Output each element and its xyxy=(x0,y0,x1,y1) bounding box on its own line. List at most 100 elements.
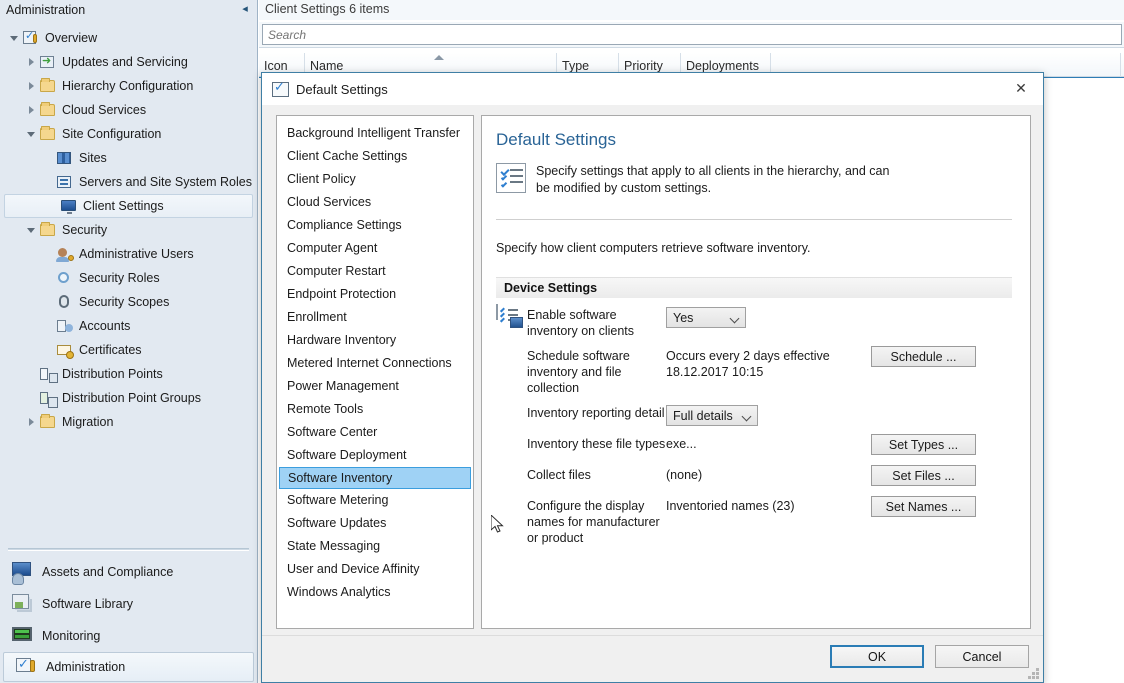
tree-item-administrative-users[interactable]: Administrative Users xyxy=(0,242,257,266)
chevron-right-icon[interactable] xyxy=(25,55,39,69)
tree-item-label: Site Configuration xyxy=(62,127,162,141)
category-list[interactable]: Background Intelligent Transfer Client Ca… xyxy=(276,115,474,629)
workspace-switcher: Assets and Compliance Software Library Mon… xyxy=(0,556,257,682)
button-set-types[interactable]: Set Types ... xyxy=(871,434,976,455)
tree-item-security[interactable]: Security xyxy=(0,218,257,242)
setting-value: (none) xyxy=(666,468,703,482)
category-item-client-policy[interactable]: Client Policy xyxy=(277,168,473,191)
workspace-label: Monitoring xyxy=(42,629,101,643)
tree-item-migration[interactable]: Migration xyxy=(0,410,257,434)
navigation-title: Administration xyxy=(6,3,86,17)
spec-line: Specify how client computers retrieve so… xyxy=(496,241,811,255)
tree-item-certificates[interactable]: Certificates xyxy=(0,338,257,362)
category-item-background-intelligent-transfer[interactable]: Background Intelligent Transfer xyxy=(277,122,473,145)
workspace-assets-and-compliance[interactable]: Assets and Compliance xyxy=(0,556,257,588)
workspace-software-library[interactable]: Software Library xyxy=(0,588,257,620)
category-item-enrollment[interactable]: Enrollment xyxy=(277,306,473,329)
category-item-cloud-services[interactable]: Cloud Services xyxy=(277,191,473,214)
button-set-files[interactable]: Set Files ... xyxy=(871,465,976,486)
chevron-right-icon[interactable] xyxy=(25,103,39,117)
setting-button-cell: Set Types ... xyxy=(871,434,1012,455)
chevron-down-icon[interactable] xyxy=(25,127,39,141)
folder-icon xyxy=(39,102,57,118)
setting-label: Collect files xyxy=(527,468,591,482)
category-item-computer-restart[interactable]: Computer Restart xyxy=(277,260,473,283)
chevron-right-icon[interactable] xyxy=(25,415,39,429)
category-item-computer-agent[interactable]: Computer Agent xyxy=(277,237,473,260)
category-item-endpoint-protection[interactable]: Endpoint Protection xyxy=(277,283,473,306)
application-window: Administration ◂ Overview Updates and Ser… xyxy=(0,0,1124,683)
intro-text: Specify settings that apply to all clien… xyxy=(536,164,890,195)
setting-combo-inventory-reporting-detail[interactable]: Full details xyxy=(666,405,758,426)
twisty-none xyxy=(42,343,56,357)
category-item-software-center[interactable]: Software Center xyxy=(277,421,473,444)
twisty-none xyxy=(42,151,56,165)
category-item-windows-analytics[interactable]: Windows Analytics xyxy=(277,581,473,604)
dialog-footer: OK Cancel xyxy=(262,635,1043,682)
chevron-down-icon[interactable] xyxy=(25,223,39,237)
workspace-administration[interactable]: Administration xyxy=(3,652,254,682)
tree-item-label: Security Roles xyxy=(79,271,160,285)
category-item-power-management[interactable]: Power Management xyxy=(277,375,473,398)
security-scopes-icon xyxy=(56,294,74,310)
chevron-down-icon[interactable] xyxy=(8,31,22,45)
divider xyxy=(496,219,1012,220)
tree-item-accounts[interactable]: Accounts xyxy=(0,314,257,338)
setting-combo-enable-software-inventory-on-clients[interactable]: Yes xyxy=(666,307,746,328)
category-item-hardware-inventory[interactable]: Hardware Inventory xyxy=(277,329,473,352)
tree-item-distribution-points[interactable]: Distribution Points xyxy=(0,362,257,386)
tree-item-sites[interactable]: Sites xyxy=(0,146,257,170)
tree-item-cloud-services[interactable]: Cloud Services xyxy=(0,98,257,122)
update-icon xyxy=(39,54,57,70)
library-icon xyxy=(10,593,34,615)
category-item-software-metering[interactable]: Software Metering xyxy=(277,489,473,512)
tree-item-hierarchy-configuration[interactable]: Hierarchy Configuration xyxy=(0,74,257,98)
folder-icon xyxy=(39,78,57,94)
accounts-icon xyxy=(56,318,74,334)
tree-item-servers-and-site-system-roles[interactable]: Servers and Site System Roles xyxy=(0,170,257,194)
tree-item-label: Migration xyxy=(62,415,114,429)
category-item-state-messaging[interactable]: State Messaging xyxy=(277,535,473,558)
tree-item-security-roles[interactable]: Security Roles xyxy=(0,266,257,290)
setting-icon-cell xyxy=(496,304,527,328)
category-item-user-and-device-affinity[interactable]: User and Device Affinity xyxy=(277,558,473,581)
tree-item-client-settings[interactable]: Client Settings xyxy=(4,194,253,218)
navigation-pane: Administration ◂ Overview Updates and Ser… xyxy=(0,0,258,683)
ok-button[interactable]: OK xyxy=(830,645,924,668)
close-icon[interactable]: ✕ xyxy=(999,73,1043,104)
navigation-header: Administration ◂ xyxy=(0,0,257,22)
button-schedule[interactable]: Schedule ... xyxy=(871,346,976,367)
category-item-compliance-settings[interactable]: Compliance Settings xyxy=(277,214,473,237)
folder-icon xyxy=(39,222,57,238)
resize-grip[interactable] xyxy=(1028,668,1039,679)
tree-item-overview[interactable]: Overview xyxy=(0,26,257,50)
tree-item-security-scopes[interactable]: Security Scopes xyxy=(0,290,257,314)
category-item-software-deployment[interactable]: Software Deployment xyxy=(277,444,473,467)
setting-label: Enable software inventory on clients xyxy=(527,308,635,338)
category-item-software-inventory[interactable]: Software Inventory xyxy=(279,467,471,489)
chevron-left-icon[interactable]: ◂ xyxy=(238,3,252,17)
chevron-right-icon[interactable] xyxy=(25,79,39,93)
assets-icon xyxy=(10,561,34,585)
dialog-body: Background Intelligent Transfer Client Ca… xyxy=(262,105,1043,635)
tree-item-site-configuration[interactable]: Site Configuration xyxy=(0,122,257,146)
cancel-button[interactable]: Cancel xyxy=(935,645,1029,668)
tree-item-updates-and-servicing[interactable]: Updates and Servicing xyxy=(0,50,257,74)
default-settings-dialog: Default Settings ✕ Background Intelligen… xyxy=(261,72,1044,683)
twisty-none xyxy=(42,319,56,333)
search-bar xyxy=(259,22,1124,48)
sites-icon xyxy=(56,150,74,166)
search-input[interactable] xyxy=(262,24,1122,45)
twisty-none xyxy=(46,199,60,213)
category-item-remote-tools[interactable]: Remote Tools xyxy=(277,398,473,421)
workspace-monitoring[interactable]: Monitoring xyxy=(0,620,257,652)
workspace-label: Software Library xyxy=(42,597,134,611)
tree-item-label: Security xyxy=(62,223,108,237)
category-item-client-cache-settings[interactable]: Client Cache Settings xyxy=(277,145,473,168)
category-item-software-updates[interactable]: Software Updates xyxy=(277,512,473,535)
setting-button-cell: Set Names ... xyxy=(871,496,1012,517)
tree-item-distribution-point-groups[interactable]: Distribution Point Groups xyxy=(0,386,257,410)
setting-value: Inventoried names (23) xyxy=(666,499,795,513)
category-item-metered-internet-connections[interactable]: Metered Internet Connections xyxy=(277,352,473,375)
button-set-names[interactable]: Set Names ... xyxy=(871,496,976,517)
